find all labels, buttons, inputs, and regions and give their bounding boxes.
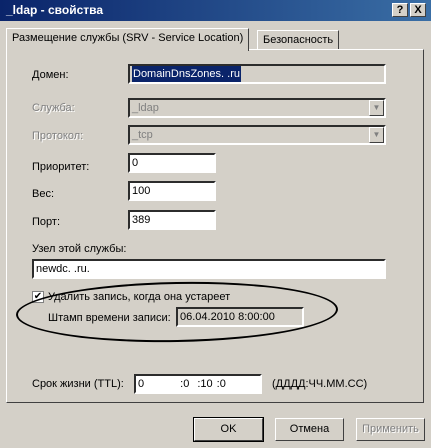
port-input[interactable]: 389 xyxy=(128,210,216,230)
protocol-value: _tcp xyxy=(132,129,153,141)
help-button[interactable]: ? xyxy=(392,3,408,17)
close-button[interactable]: X xyxy=(410,3,426,17)
properties-dialog: _ldap - свойства ? X Размещение службы (… xyxy=(0,0,431,448)
host-label: Узел этой службы: xyxy=(32,243,127,255)
window-title: _ldap - свойства xyxy=(6,3,104,17)
ttl-seconds: 0 xyxy=(219,378,226,390)
ttl-input[interactable]: 0:0:10:0 xyxy=(134,374,262,394)
title-bar: _ldap - свойства ? X xyxy=(0,0,431,21)
protocol-select[interactable]: _tcp ▼ xyxy=(128,125,386,145)
tab-security[interactable]: Безопасность xyxy=(257,30,340,50)
apply-button[interactable]: Применить xyxy=(356,418,425,441)
delete-stale-checkbox[interactable]: ✔ xyxy=(32,291,44,303)
domain-label: Домен: xyxy=(32,69,69,81)
service-value: _ldap xyxy=(132,102,159,114)
ttl-days: 0 xyxy=(138,378,145,390)
host-input[interactable]: newdc. .ru. xyxy=(32,259,386,279)
tab-srv-location[interactable]: Размещение службы (SRV - Service Locatio… xyxy=(6,28,250,51)
service-label: Служба: xyxy=(32,102,75,114)
delete-stale-label: Удалить запись, когда она устареет xyxy=(48,291,231,303)
protocol-label: Протокол: xyxy=(32,130,84,142)
ttl-hours: 0 xyxy=(183,378,190,390)
weight-input[interactable]: 100 xyxy=(128,181,216,201)
timestamp-label: Штамп времени записи: xyxy=(48,312,171,324)
service-select[interactable]: _ldap ▼ xyxy=(128,98,386,118)
ok-button[interactable]: OK xyxy=(193,417,264,442)
ttl-format-hint: (ДДДД:ЧЧ.ММ.СС) xyxy=(272,378,368,390)
port-label: Порт: xyxy=(32,216,60,228)
domain-field[interactable]: DomainDnsZones. .ru xyxy=(128,64,386,84)
chevron-down-icon: ▼ xyxy=(369,127,384,143)
domain-value: DomainDnsZones. .ru xyxy=(132,66,241,82)
cancel-button[interactable]: Отмена xyxy=(275,418,344,441)
ttl-minutes: 10 xyxy=(200,378,213,390)
ttl-label: Срок жизни (TTL): xyxy=(32,378,124,390)
chevron-down-icon: ▼ xyxy=(369,100,384,116)
timestamp-field: 06.04.2010 8:00:00 xyxy=(176,307,304,327)
checkmark-icon: ✔ xyxy=(33,291,43,302)
weight-label: Вес: xyxy=(32,188,55,200)
priority-input[interactable]: 0 xyxy=(128,153,216,173)
priority-label: Приоритет: xyxy=(32,161,90,173)
